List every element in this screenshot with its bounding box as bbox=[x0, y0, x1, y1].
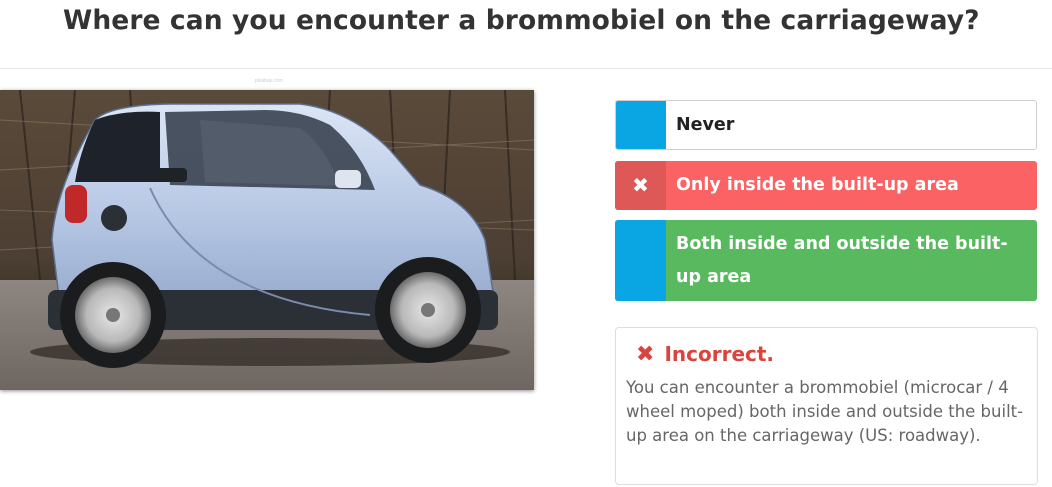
answer-label: Only inside the built-up area bbox=[676, 175, 959, 195]
header-divider bbox=[0, 68, 1052, 69]
question-title: Where can you encounter a brommobiel on … bbox=[63, 5, 980, 36]
feedback-title: Incorrect. bbox=[664, 342, 775, 366]
feedback-explanation: You can encounter a brommobiel (microcar… bbox=[626, 378, 1024, 445]
answer-option-both-inside-and-outside[interactable]: Both inside and outside the built-up are… bbox=[615, 220, 1037, 301]
image-credit: pixabay.com bbox=[255, 78, 283, 84]
option-marker bbox=[616, 101, 666, 149]
feedback-panel: ✖ Incorrect. You can encounter a brommob… bbox=[615, 327, 1038, 485]
answer-label: Never bbox=[676, 114, 735, 135]
answer-option-never[interactable]: Never bbox=[615, 100, 1037, 150]
option-marker bbox=[615, 220, 666, 301]
question-image bbox=[0, 90, 534, 390]
wrong-x-icon: ✖ bbox=[615, 161, 666, 210]
answer-option-inside-built-up-area[interactable]: ✖ Only inside the built-up area bbox=[615, 161, 1037, 210]
x-icon: ✖ bbox=[636, 341, 655, 366]
answer-label: Both inside and outside the built-up are… bbox=[676, 233, 1008, 287]
feedback-header: ✖ Incorrect. bbox=[636, 342, 1027, 366]
